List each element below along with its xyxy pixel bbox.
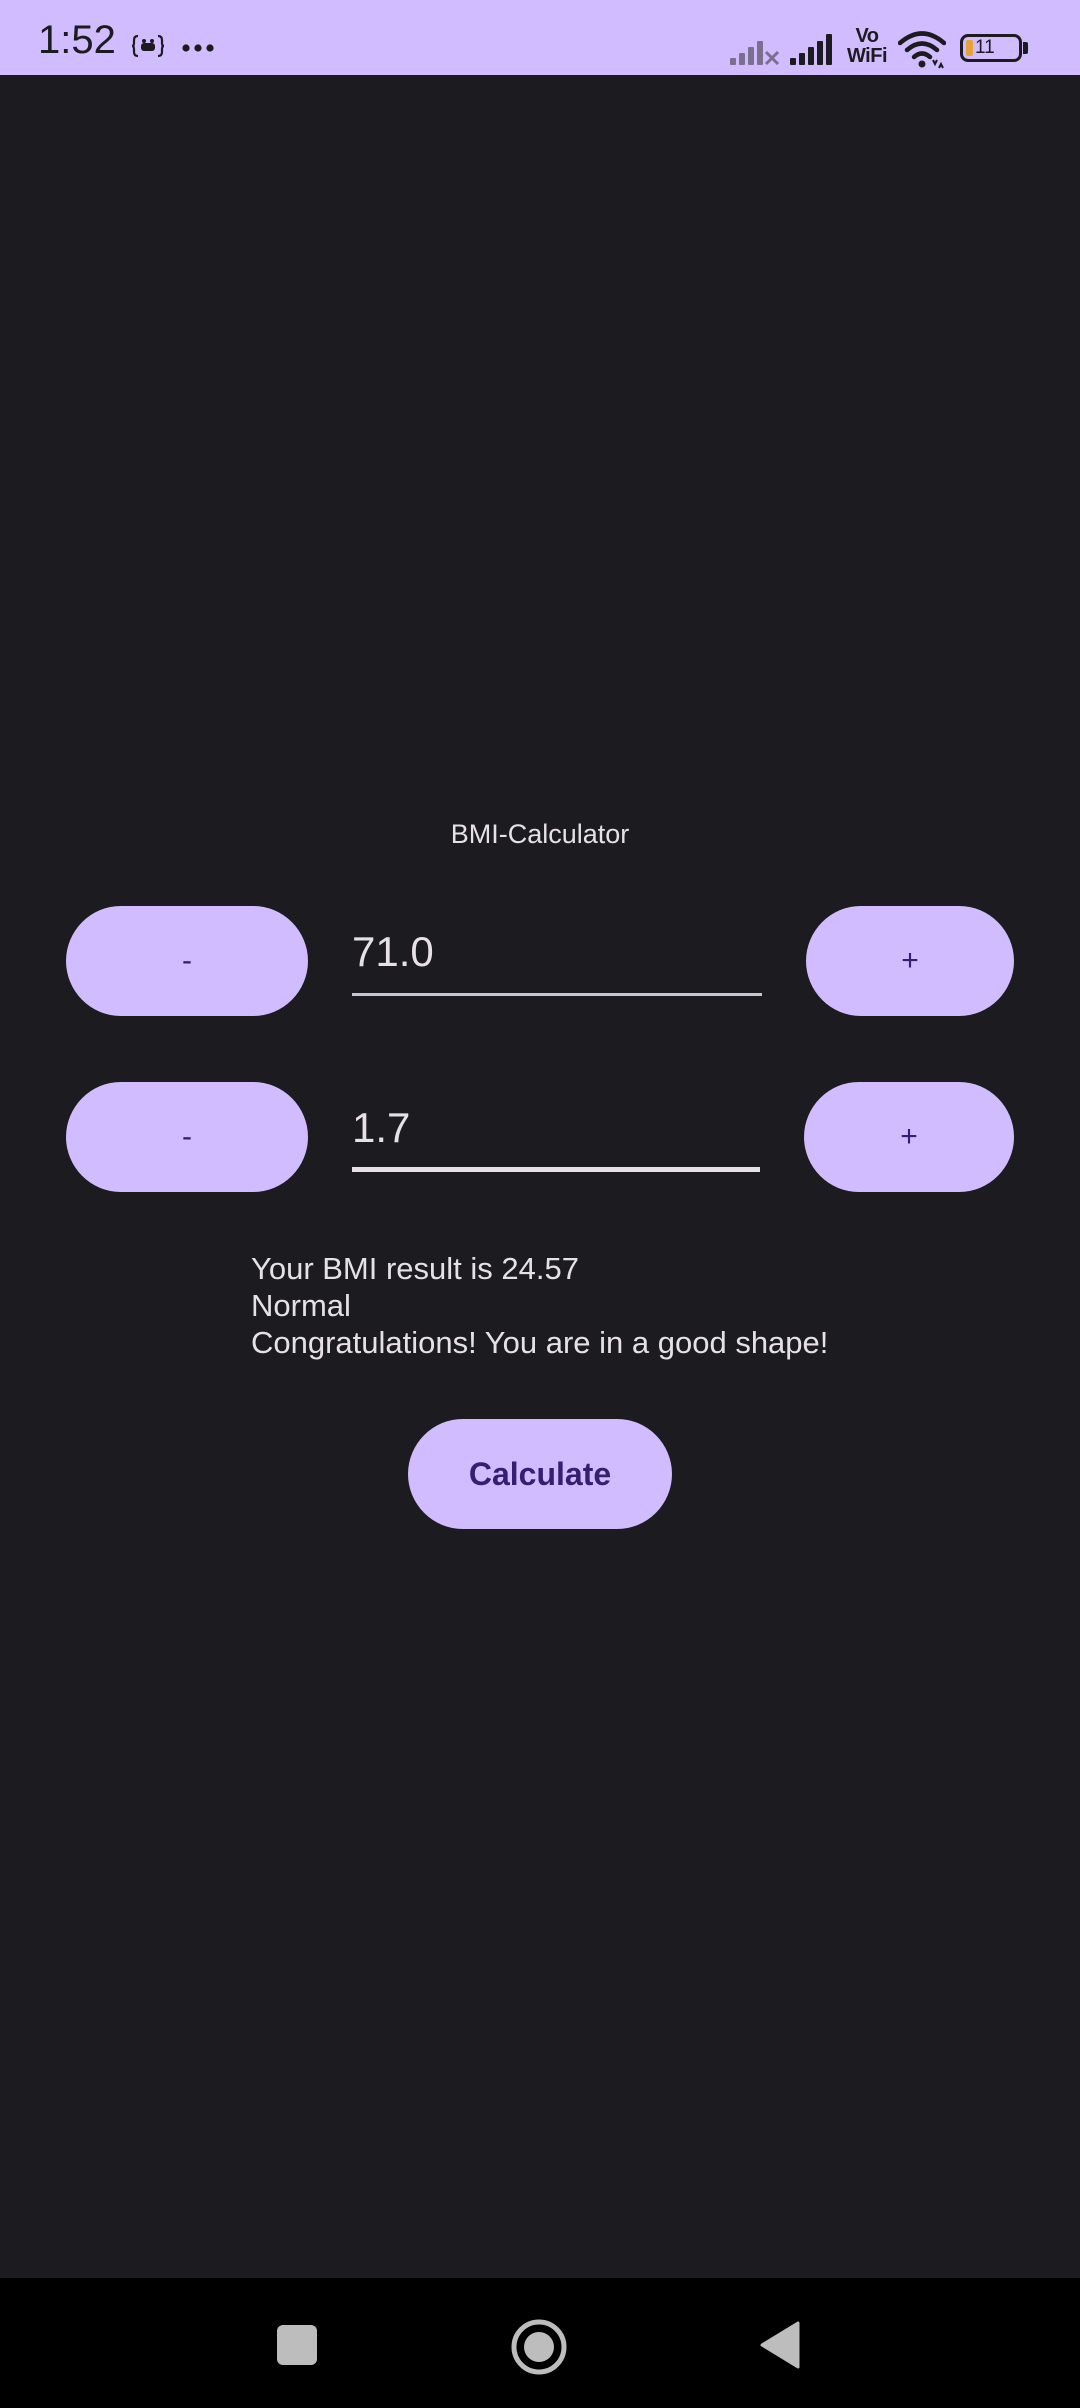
height-decrement-button[interactable]: - xyxy=(66,1082,308,1192)
weight-input[interactable] xyxy=(352,914,762,990)
home-circle-icon[interactable] xyxy=(510,2318,568,2376)
status-time: 1:52 xyxy=(38,18,116,62)
battery-icon: 11 xyxy=(960,34,1022,62)
bmi-message: Congratulations! You are in a good shape… xyxy=(251,1325,829,1360)
app-title: BMI-Calculator xyxy=(450,819,630,849)
vowifi-label: Vo WiFi xyxy=(846,25,888,67)
back-triangle-icon[interactable] xyxy=(758,2320,800,2370)
screen: 1:52 Vo WiFi 11 BMI-Calculator - 71.0 + … xyxy=(0,0,1080,2408)
data-saver-icon xyxy=(132,34,164,58)
weight-decrement-button[interactable]: - xyxy=(66,906,308,1016)
height-increment-button[interactable]: + xyxy=(804,1082,1014,1192)
wifi-icon xyxy=(898,31,946,69)
signal-off-icon xyxy=(730,41,780,66)
height-field[interactable] xyxy=(352,1090,760,1172)
battery-level: 11 xyxy=(975,37,995,58)
navigation-bar xyxy=(0,2278,1080,2408)
weight-field[interactable] xyxy=(352,914,762,996)
battery-tip xyxy=(1023,42,1028,54)
height-input[interactable] xyxy=(352,1090,760,1166)
calculate-button[interactable]: Calculate xyxy=(408,1419,672,1529)
status-bar: 1:52 Vo WiFi 11 xyxy=(0,0,1080,75)
weight-increment-button[interactable]: + xyxy=(806,906,1014,1016)
recents-square-icon[interactable] xyxy=(276,2324,318,2366)
bmi-result-value: Your BMI result is 24.57 xyxy=(251,1251,579,1286)
bmi-result: Your BMI result is 24.57 Normal Congratu… xyxy=(251,1250,951,1361)
more-dots-icon xyxy=(182,44,214,52)
weight-underline xyxy=(352,993,762,996)
height-underline xyxy=(352,1167,760,1172)
vowifi-icon: Vo WiFi xyxy=(844,26,890,66)
signal-icon xyxy=(790,34,832,65)
bmi-category: Normal xyxy=(251,1288,351,1323)
